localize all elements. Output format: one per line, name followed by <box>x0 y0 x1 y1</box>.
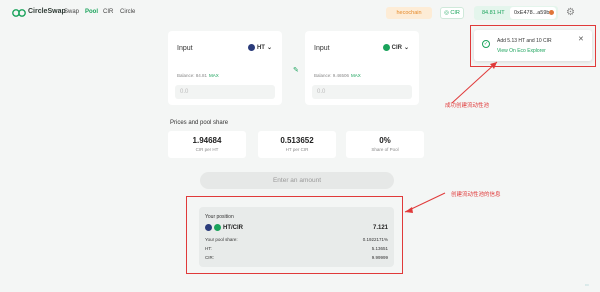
input-label: Input <box>314 45 330 52</box>
cir-token-label: CIR <box>450 10 460 16</box>
token-balance: Balance: 84.81 MAX <box>177 73 219 78</box>
annotation-arrow <box>404 192 446 213</box>
amount-input-ht[interactable]: 0.0 <box>175 85 275 99</box>
price-stat: 0% Share of Pool <box>346 131 424 158</box>
nav-circle[interactable]: Circle <box>120 9 135 15</box>
stat-value: 0.513652 <box>280 136 314 145</box>
enter-amount-button[interactable]: Enter an amount <box>200 172 394 189</box>
input-label: Input <box>177 45 193 52</box>
nav-swap[interactable]: Swap <box>64 9 79 15</box>
corner-watermark-icon: ▭ <box>585 282 589 287</box>
token-symbol: HT <box>256 44 265 51</box>
token-symbol: CIR <box>391 44 402 51</box>
cir-token-icon <box>382 44 390 51</box>
max-button[interactable]: MAX <box>351 73 361 78</box>
price-stat: 0.513652 HT per CIR <box>258 131 336 158</box>
chevron-down-icon: ⌄ <box>266 45 272 51</box>
stat-caption: Share of Pool <box>371 147 399 152</box>
network-badge[interactable]: hecochain <box>386 7 432 19</box>
account-balance: 84.81 HT <box>482 10 505 16</box>
prices-title: Prices and pool share <box>170 120 229 126</box>
token-balance: Balance: 9.46506 MAX <box>314 73 361 78</box>
balance-text: Balance: 84.81 <box>177 73 208 78</box>
cir-token-button[interactable]: ◎ CIR <box>440 7 464 19</box>
brand-name: CircleSwap <box>28 8 66 15</box>
token-select-ht[interactable]: HT ⌄ <box>247 44 272 51</box>
arrow-head-icon <box>405 207 413 213</box>
annotation-success-note: 成功创建流动性池 <box>445 103 490 109</box>
nav-pool[interactable]: Pool <box>85 9 98 15</box>
price-stat: 1.94684 CIR per HT <box>168 131 246 158</box>
gear-icon[interactable]: ⚙ <box>566 8 576 18</box>
chevron-down-icon: ⌄ <box>403 45 409 51</box>
token-select-cir[interactable]: CIR ⌄ <box>382 44 409 51</box>
annotation-arrow <box>451 61 498 104</box>
account-widget[interactable]: 84.81 HT 0xE478...a59b <box>474 6 558 20</box>
input-card-cir: Input CIR ⌄ Balance: 9.46506 MAX 0.0 <box>305 31 419 105</box>
annotation-box-toast <box>470 25 596 67</box>
stat-value: 0% <box>379 136 391 145</box>
stat-value: 1.94684 <box>192 136 222 145</box>
stat-caption: HT per CIR <box>285 147 309 152</box>
circleswap-logo-icon <box>12 9 26 17</box>
plus-icon: ✎ <box>293 67 299 74</box>
cir-token-icon: ◎ <box>444 10 449 16</box>
nav-cir[interactable]: CIR <box>103 9 113 15</box>
stat-caption: CIR per HT <box>195 147 219 152</box>
annotation-box-position <box>186 196 403 274</box>
input-card-ht: Input HT ⌄ Balance: 84.81 MAX 0.0 <box>168 31 282 105</box>
balance-text: Balance: 9.46506 <box>314 73 350 78</box>
amount-input-cir[interactable]: 0.0 <box>312 85 412 99</box>
ht-token-icon <box>247 44 255 51</box>
avatar-icon <box>549 10 554 15</box>
max-button[interactable]: MAX <box>209 73 219 78</box>
annotation-info-note: 创建流动性池的信息 <box>451 192 501 198</box>
